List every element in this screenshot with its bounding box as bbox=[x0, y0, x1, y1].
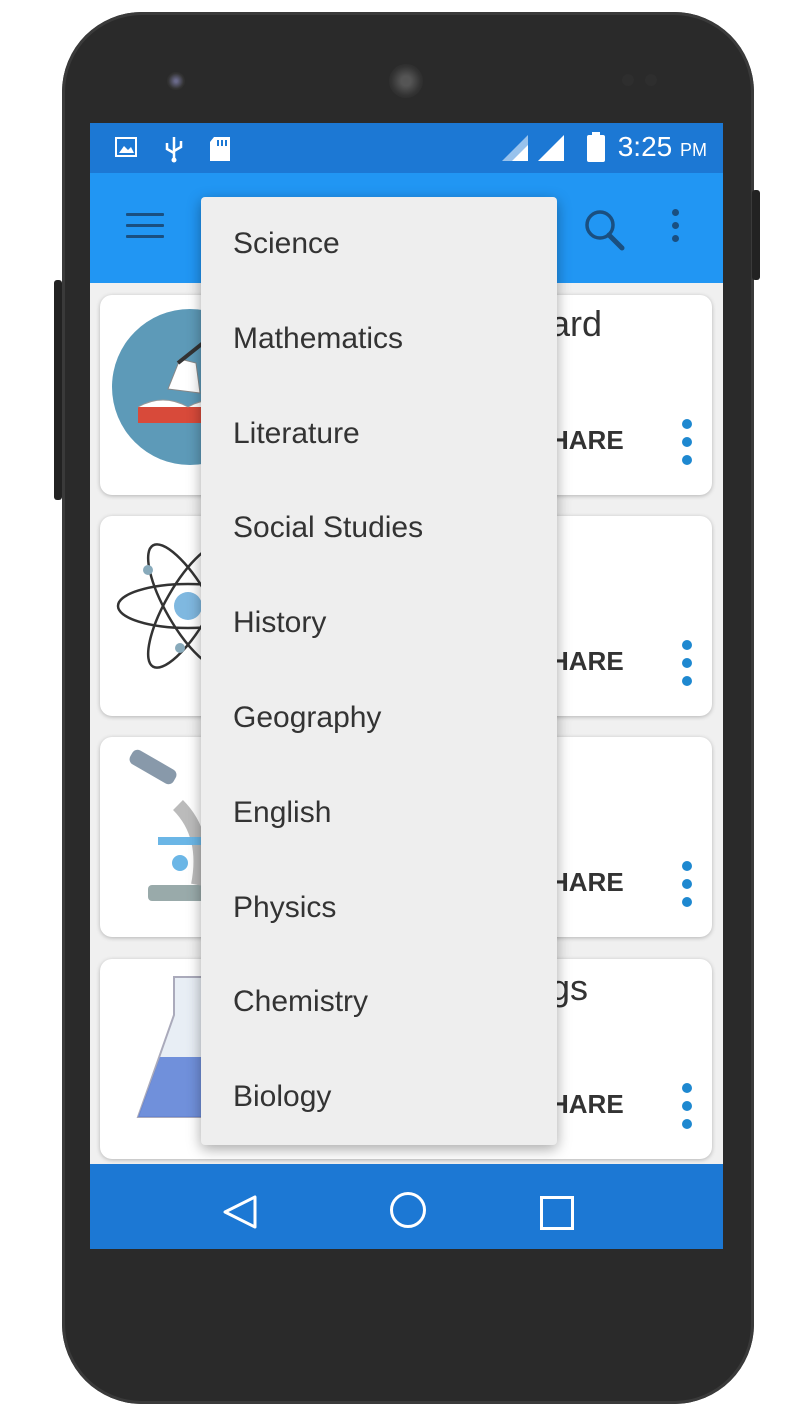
clock-ampm: PM bbox=[680, 140, 707, 160]
menu-item-mathematics[interactable]: Mathematics bbox=[201, 292, 557, 387]
card-title: ard bbox=[550, 303, 603, 344]
menu-item-physics[interactable]: Physics bbox=[201, 861, 557, 956]
search-icon[interactable] bbox=[580, 205, 628, 253]
front-camera bbox=[167, 72, 185, 90]
menu-item-english[interactable]: English bbox=[201, 766, 557, 861]
share-button[interactable]: HARE bbox=[550, 867, 624, 898]
more-vert-icon[interactable] bbox=[680, 861, 694, 911]
menu-item-geography[interactable]: Geography bbox=[201, 671, 557, 766]
sd-card-icon bbox=[210, 137, 230, 161]
clock-time: 3:25 bbox=[617, 131, 673, 162]
signal-icon bbox=[502, 135, 528, 161]
power-button bbox=[752, 190, 760, 280]
light-sensor bbox=[645, 74, 657, 86]
share-button[interactable]: HARE bbox=[550, 646, 624, 677]
menu-item-science[interactable]: Science bbox=[201, 197, 557, 292]
volume-button bbox=[54, 280, 62, 500]
status-bar: 3:25 PM bbox=[90, 123, 723, 173]
share-button[interactable]: HARE bbox=[550, 1089, 624, 1120]
category-dropdown-menu: Science Mathematics Literature Social St… bbox=[201, 197, 557, 1145]
more-vert-icon[interactable] bbox=[680, 419, 694, 469]
share-button[interactable]: HARE bbox=[550, 425, 624, 456]
menu-item-history[interactable]: History bbox=[201, 576, 557, 671]
more-vert-icon[interactable] bbox=[680, 640, 694, 690]
proximity-sensor bbox=[622, 74, 634, 86]
menu-item-biology[interactable]: Biology bbox=[201, 1050, 557, 1145]
image-icon bbox=[115, 137, 137, 157]
home-icon[interactable] bbox=[390, 1192, 426, 1228]
back-icon[interactable] bbox=[222, 1194, 258, 1230]
screen: 3:25 PM ard HARE HARE HARE gs HARE Scien… bbox=[90, 123, 723, 1249]
more-vert-icon[interactable] bbox=[668, 209, 682, 249]
battery-icon bbox=[587, 132, 605, 162]
more-vert-icon[interactable] bbox=[680, 1083, 694, 1133]
menu-item-chemistry[interactable]: Chemistry bbox=[201, 955, 557, 1050]
usb-icon bbox=[165, 137, 183, 163]
hamburger-icon[interactable] bbox=[126, 213, 164, 243]
menu-item-literature[interactable]: Literature bbox=[201, 387, 557, 482]
status-clock: 3:25 PM bbox=[618, 131, 707, 163]
earpiece-speaker bbox=[389, 64, 423, 98]
signal-icon bbox=[538, 135, 564, 161]
recents-icon[interactable] bbox=[540, 1196, 574, 1230]
menu-item-social-studies[interactable]: Social Studies bbox=[201, 481, 557, 576]
navigation-bar bbox=[90, 1164, 723, 1249]
